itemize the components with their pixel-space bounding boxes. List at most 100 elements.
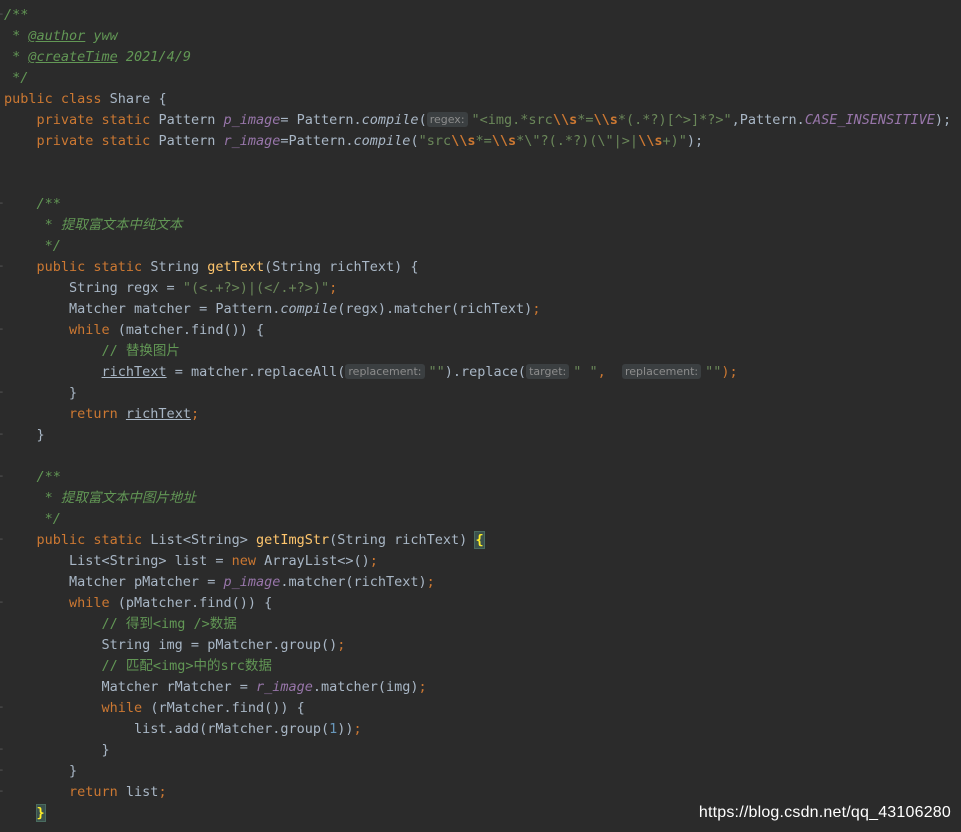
code-token: p_image <box>223 574 281 590</box>
code-token: String regx = <box>4 280 183 296</box>
code-token: r_image <box>223 133 281 149</box>
code-token: private static <box>4 133 159 149</box>
code-line[interactable]: ⌐ /** <box>0 194 955 215</box>
code-line[interactable]: String img = pMatcher.group(); <box>0 635 955 656</box>
code-token: */ <box>4 238 61 254</box>
code-editor[interactable]: ⌐/** * @author yww * @createTime 2021/4/… <box>0 0 961 832</box>
code-line[interactable]: ⌐ /** <box>0 467 955 488</box>
code-token: new <box>231 553 265 569</box>
code-line[interactable]: ⌐ while (matcher.find()) { <box>0 320 955 341</box>
code-line[interactable]: Matcher pMatcher = p_image.matcher(richT… <box>0 572 955 593</box>
code-text: /** <box>4 467 61 488</box>
parameter-hint: replacement: <box>622 364 702 379</box>
code-line[interactable]: * @author yww <box>0 26 955 47</box>
code-token: } <box>4 385 78 401</box>
code-token: ( <box>410 133 419 149</box>
code-token: // 匹配<img>中的src数据 <box>4 658 272 674</box>
code-token: */ <box>4 511 61 527</box>
code-line[interactable]: ⌐ } <box>0 425 955 446</box>
code-token: @author <box>28 28 86 44</box>
code-token: public class <box>4 91 110 107</box>
code-token: * <box>4 28 29 44</box>
code-line[interactable]: */ <box>0 236 955 257</box>
code-token: .matcher(richText) <box>280 574 427 590</box>
code-token: // 替换图片 <box>4 343 180 359</box>
code-line[interactable]: * 提取富文本中纯文本 <box>0 215 955 236</box>
code-token: +)" <box>662 133 687 149</box>
code-line[interactable]: ⌐ } <box>0 740 955 761</box>
code-token: Pattern <box>158 112 224 128</box>
code-line[interactable]: private static Pattern p_image= Pattern.… <box>0 110 955 131</box>
code-token: ); <box>686 133 704 149</box>
code-line[interactable] <box>0 152 955 173</box>
code-text: Matcher pMatcher = p_image.matcher(richT… <box>4 572 435 593</box>
code-token: ; <box>353 721 362 737</box>
code-line[interactable] <box>0 173 955 194</box>
code-token: // 得到<img />数据 <box>4 616 237 632</box>
code-token: (regx).matcher(richText) <box>337 301 533 317</box>
code-token: *(.*?)[^>]*?>" <box>617 112 732 128</box>
parameter-hint: target: <box>526 364 570 379</box>
code-text: while (pMatcher.find()) { <box>4 593 272 614</box>
code-line[interactable]: // 匹配<img>中的src数据 <box>0 656 955 677</box>
code-token: "(<.+?>)|(</.+?>)" <box>182 280 330 296</box>
code-text: public class Share { <box>4 89 167 110</box>
code-token: ); <box>721 364 738 380</box>
code-token: ; <box>418 679 427 695</box>
code-token: \\s <box>491 133 517 149</box>
code-token: } <box>35 804 46 822</box>
code-token: * 提取富文本中图片地址 <box>4 490 196 506</box>
code-line[interactable]: ⌐ public static List<String> getImgStr(S… <box>0 530 955 551</box>
code-line[interactable]: ⌐/** <box>0 5 955 26</box>
code-line[interactable]: ⌐ return list; <box>0 782 955 803</box>
code-token: /** <box>4 469 61 485</box>
code-text: * @createTime 2021/4/9 <box>4 47 191 68</box>
code-line[interactable] <box>0 446 955 467</box>
code-token: \\s <box>451 133 476 149</box>
code-text: public static String getText(String rich… <box>4 257 419 278</box>
code-token: ( <box>418 112 427 128</box>
code-line[interactable]: Matcher matcher = Pattern.compile(regx).… <box>0 299 955 320</box>
code-line[interactable]: ⌐ } <box>0 383 955 404</box>
code-token: = matcher.replaceAll( <box>166 364 346 380</box>
code-token: getImgStr <box>255 532 330 548</box>
code-token: while <box>4 700 151 716</box>
code-token: (String richText) <box>329 532 476 548</box>
code-line[interactable]: // 得到<img />数据 <box>0 614 955 635</box>
code-line[interactable]: private static Pattern r_image=Pattern.c… <box>0 131 955 152</box>
code-line[interactable]: return richText; <box>0 404 955 425</box>
code-line[interactable]: Matcher rMatcher = r_image.matcher(img); <box>0 677 955 698</box>
code-token: String <box>150 259 208 275</box>
code-line[interactable]: * @createTime 2021/4/9 <box>0 47 955 68</box>
code-line[interactable]: // 替换图片 <box>0 341 955 362</box>
code-token: *\"?(.*?)(\"|>| <box>516 133 639 149</box>
code-line[interactable]: public class Share { <box>0 89 955 110</box>
code-token: "<img.*src <box>471 112 553 128</box>
code-line[interactable]: ⌐ while (pMatcher.find()) { <box>0 593 955 614</box>
code-line[interactable]: String regx = "(<.+?>)|(</.+?>)"; <box>0 278 955 299</box>
code-text: // 匹配<img>中的src数据 <box>4 656 272 677</box>
code-text: } <box>4 803 46 824</box>
code-token: r_image <box>255 679 313 695</box>
code-line[interactable]: List<String> list = new ArrayList<>(); <box>0 551 955 572</box>
code-token: compile <box>353 133 411 149</box>
code-token: "src <box>418 133 452 149</box>
code-line[interactable]: ⌐ } <box>0 761 955 782</box>
code-token: Matcher matcher = Pattern. <box>4 301 281 317</box>
code-text: richText = matcher.replaceAll(replacemen… <box>4 362 738 383</box>
code-token: ).replace( <box>444 364 527 380</box>
code-line[interactable]: list.add(rMatcher.group(1)); <box>0 719 955 740</box>
code-token: public static <box>4 532 151 548</box>
code-line[interactable]: * 提取富文本中图片地址 <box>0 488 955 509</box>
code-line[interactable]: ⌐ while (rMatcher.find()) { <box>0 698 955 719</box>
code-line[interactable]: ⌐ public static String getText(String ri… <box>0 257 955 278</box>
code-line[interactable]: richText = matcher.replaceAll(replacemen… <box>0 362 955 383</box>
parameter-hint: replacement: <box>345 364 425 379</box>
code-token: public static <box>4 259 151 275</box>
code-token: @createTime <box>28 49 118 65</box>
code-text: * 提取富文本中图片地址 <box>4 488 196 509</box>
code-line[interactable]: */ <box>0 509 955 530</box>
code-text: return richText; <box>4 404 199 425</box>
code-line[interactable]: */ <box>0 68 955 89</box>
